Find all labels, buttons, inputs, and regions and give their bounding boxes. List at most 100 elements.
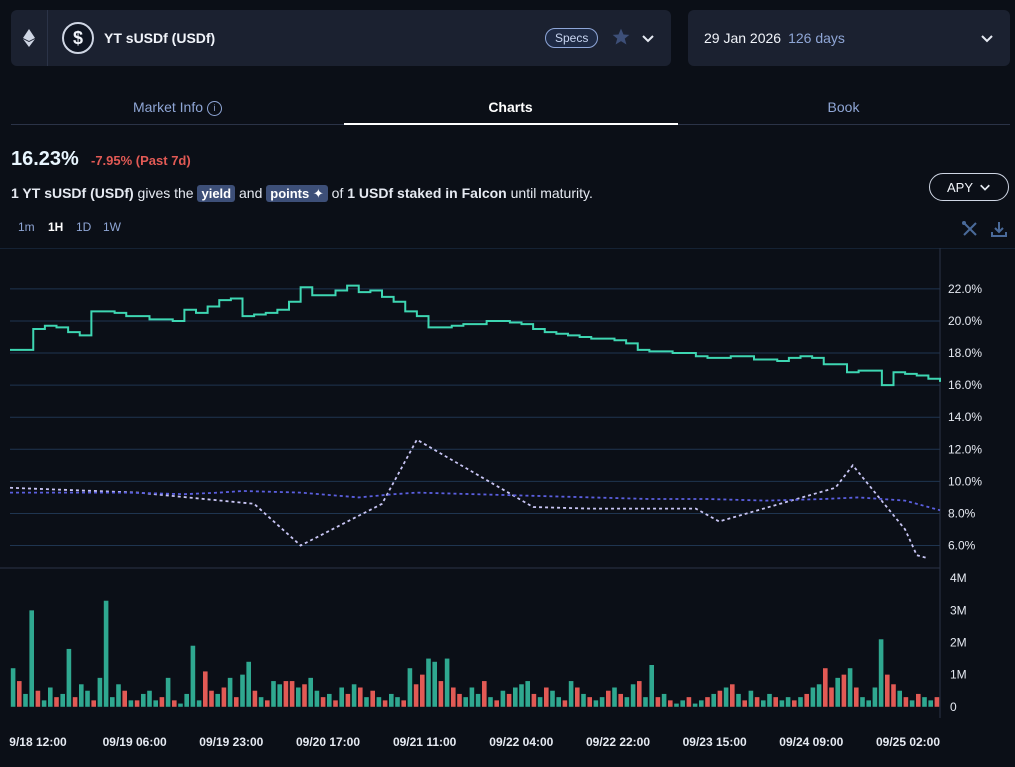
x-tick-label: 09/23 15:00 [683, 735, 747, 749]
x-tick-label: 09/19 06:00 [103, 735, 167, 749]
volume-bar [153, 700, 158, 707]
volume-bar [252, 690, 258, 707]
y-tick-label: 14.0% [948, 410, 982, 424]
volume-bar [271, 681, 276, 707]
desc-token: 1 YT sUSDf (USDf) [11, 185, 134, 201]
volume-bar [184, 693, 189, 707]
range-1w[interactable]: 1W [103, 220, 121, 234]
volume-bar [221, 687, 227, 707]
volume-bar [35, 690, 41, 707]
sparkle-icon: ✦ [312, 186, 324, 201]
volume-bar [196, 700, 202, 707]
range-1m[interactable]: 1m [18, 220, 35, 234]
volume-bar [165, 677, 171, 707]
tab-market-info[interactable]: Market Info i [11, 88, 344, 124]
days-left: 126 days [788, 30, 845, 46]
volume-bar [296, 687, 301, 707]
volume-bar [444, 658, 450, 707]
download-icon[interactable] [990, 220, 1008, 238]
volume-bar [785, 697, 791, 707]
apy-chart[interactable]: 6.0% 8.0% 10.0% 12.0% 14.0% 16.0% 18.0% 20.0% 22… [0, 248, 1015, 753]
volume-bar [612, 687, 617, 707]
volume-bar [23, 693, 28, 707]
volume-bar [327, 693, 332, 707]
volume-bar [519, 684, 524, 707]
volume-bar [240, 674, 245, 707]
volume-bar [407, 668, 413, 707]
series-layer [9, 284, 941, 560]
volume-bar [463, 697, 468, 707]
apy-change: -7.95% (Past 7d) [91, 153, 191, 168]
tab-charts[interactable]: Charts [344, 88, 677, 124]
volume-bar [122, 690, 127, 707]
volume-bar [308, 677, 313, 707]
chain-button[interactable] [11, 10, 48, 66]
volume-bar [897, 690, 902, 707]
range-1h[interactable]: 1H [48, 220, 63, 234]
volume-bar [41, 700, 47, 707]
underlying-apy-line [9, 438, 929, 560]
chevron-down-icon[interactable] [980, 31, 994, 45]
volume-bar [637, 681, 642, 707]
volume-bar [854, 687, 859, 707]
yield-chip: yield [197, 185, 236, 202]
volume-bar [147, 690, 152, 707]
volume-bar [761, 700, 766, 707]
volume-bar [134, 700, 140, 707]
specs-button[interactable]: Specs [545, 28, 599, 48]
average-apy-line [10, 490, 941, 512]
volume-bar [506, 693, 512, 707]
star-icon[interactable] [611, 27, 631, 47]
volume-bar [54, 697, 59, 707]
tab-bar: Market Info i Charts Book [11, 88, 1010, 125]
maturity-selector[interactable]: 29 Jan 2026 126 days [688, 10, 1010, 66]
volume-bar [128, 700, 134, 707]
tools-icon[interactable] [961, 220, 979, 238]
volume-bar [649, 665, 654, 707]
metric-dropdown[interactable]: APY [929, 173, 1009, 201]
volume-bar [655, 697, 661, 707]
implied-apy-line [10, 284, 941, 387]
volume-bar [866, 700, 871, 707]
volume-bar [457, 693, 462, 707]
volume-bar [159, 697, 165, 707]
x-tick-label: 09/22 22:00 [586, 735, 650, 749]
volume-bar [686, 697, 692, 707]
market-title: YT sUSDf (USDf) [104, 30, 216, 46]
volume-bar [568, 681, 574, 707]
volume-bars [10, 600, 940, 707]
volume-bar [10, 668, 16, 707]
chevron-down-icon[interactable] [641, 31, 655, 45]
volume-bar [258, 697, 264, 707]
range-1d[interactable]: 1D [76, 220, 91, 234]
volume-bar [730, 684, 735, 707]
volume-bar [320, 697, 326, 707]
volume-bar [717, 690, 723, 707]
volume-bar [314, 690, 320, 707]
volume-bar [389, 693, 394, 707]
volume-bar [860, 697, 865, 707]
volume-bar [172, 700, 177, 707]
volume-tick-label: 3M [950, 603, 967, 617]
info-icon[interactable]: i [207, 101, 223, 116]
volume-bar [748, 690, 754, 707]
y-tick-label: 18.0% [948, 346, 982, 360]
volume-bar [593, 700, 599, 707]
market-selector[interactable]: $ YT sUSDf (USDf) Specs [11, 10, 671, 66]
volume-bar [97, 677, 103, 707]
volume-bar [587, 697, 592, 707]
volume-bar [767, 693, 772, 707]
eth-icon [23, 29, 35, 47]
volume-bar [537, 697, 543, 707]
volume-bar [909, 700, 915, 707]
volume-bar [841, 674, 847, 707]
volume-bar [692, 703, 698, 707]
volume-bar [364, 697, 369, 707]
volume-bar [556, 697, 561, 707]
volume-bar [668, 700, 673, 707]
apy-value: 16.23% [11, 148, 79, 170]
points-chip[interactable]: points ✦ [266, 185, 328, 202]
volume-bar [17, 681, 22, 707]
volume-bar [699, 700, 704, 707]
tab-book[interactable]: Book [677, 88, 1010, 124]
